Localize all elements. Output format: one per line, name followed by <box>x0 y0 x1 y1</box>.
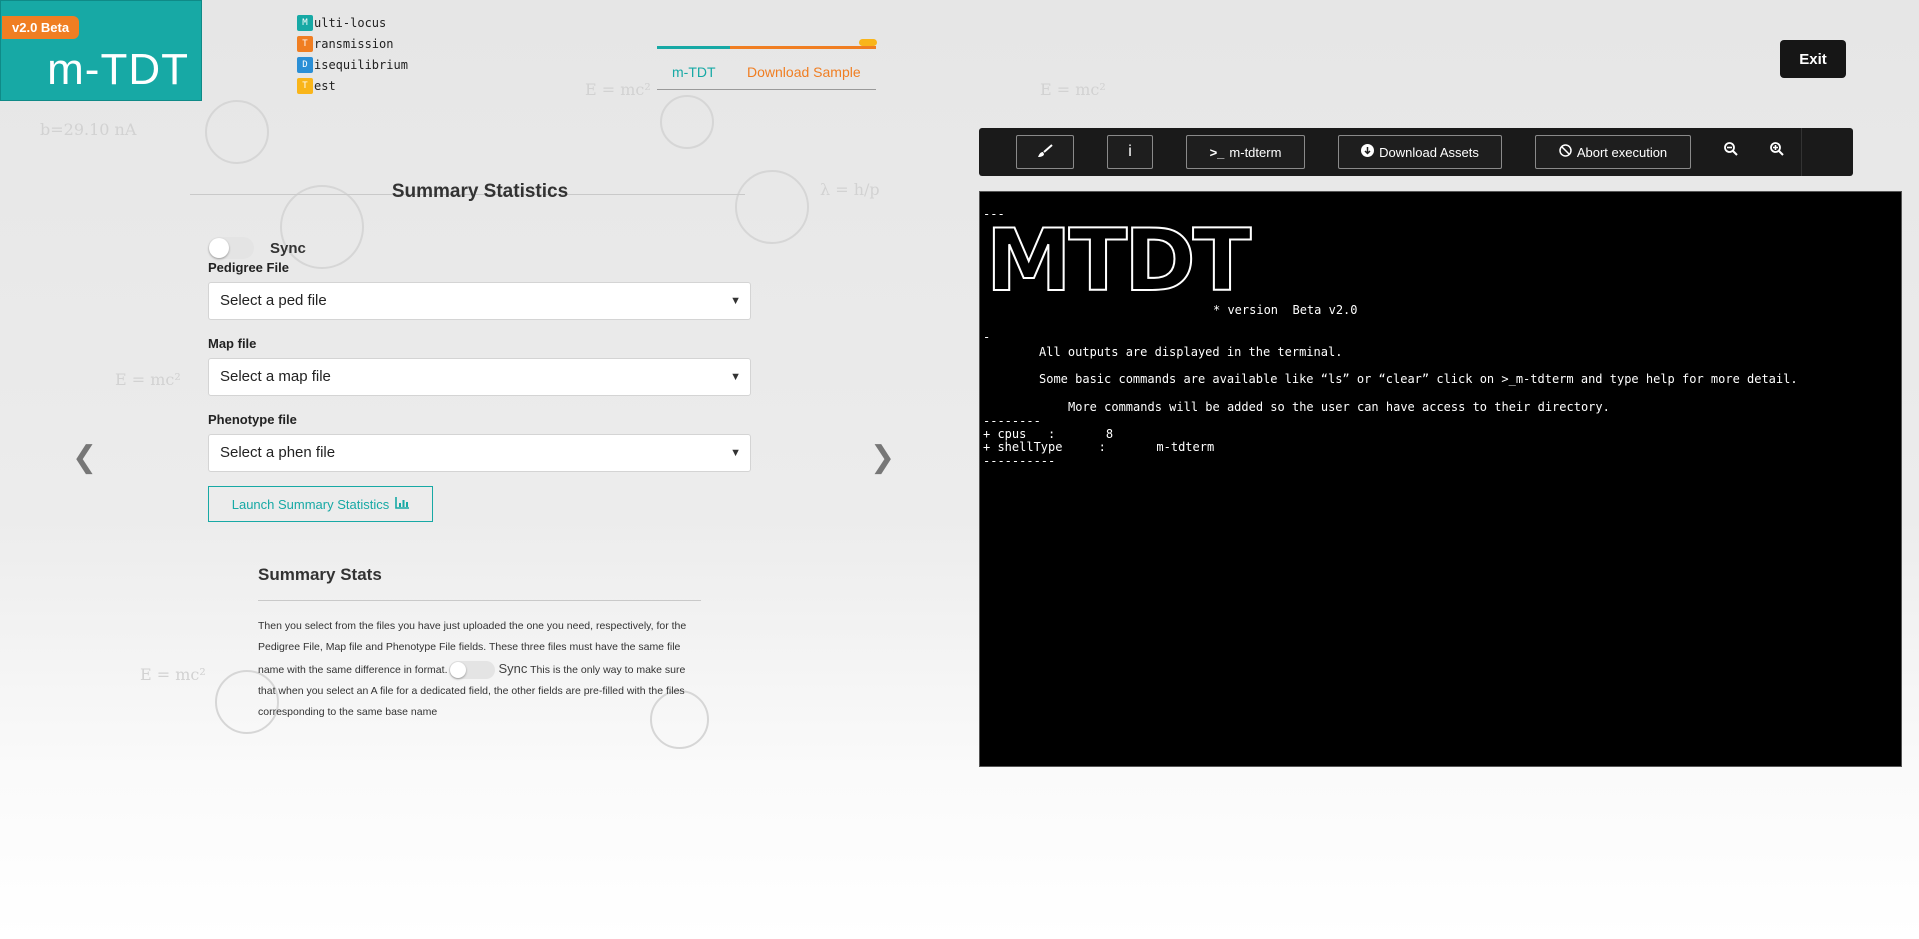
terminal-cpus: + cpus : 8 <box>983 427 1114 441</box>
acronym-letter: M <box>297 14 313 31</box>
acronym-letter: T <box>297 35 313 52</box>
exit-button[interactable]: Exit <box>1780 40 1846 78</box>
download-circle-icon <box>1361 144 1375 160</box>
app-logo[interactable]: v2.0 Beta m-TDT <box>0 0 202 101</box>
launch-button-label: Launch Summary Statistics <box>231 496 390 512</box>
acronym-row: D isequilibrium <box>297 54 408 75</box>
page-title: Summary Statistics <box>391 181 569 202</box>
acronym-word: est <box>314 78 336 93</box>
terminal-output[interactable]: --- MTDT * version Beta v2.0 - All outpu… <box>979 191 1902 767</box>
background-atom <box>735 170 809 244</box>
version-badge: v2.0 Beta <box>2 16 80 39</box>
toggle-knob <box>450 662 467 679</box>
terminal-line-commands: Some basic commands are available like “… <box>1039 372 1798 386</box>
terminal-button-label: m-tdterm <box>1229 144 1282 160</box>
logo-title: m-TDT <box>47 45 189 94</box>
pedigree-file-value: Select a ped file <box>220 292 327 309</box>
terminal-line-outputs: All outputs are displayed in the termina… <box>1039 345 1343 359</box>
clear-terminal-button[interactable] <box>1016 135 1074 169</box>
terminal-line-more: More commands will be added so the user … <box>1068 400 1610 414</box>
chevron-down-icon: ▼ <box>730 295 741 307</box>
bar-chart-icon <box>395 496 410 512</box>
map-file-select[interactable]: Select a map file ▼ <box>208 358 751 396</box>
download-assets-button[interactable]: Download Assets <box>1338 135 1502 169</box>
acronym-row: T ransmission <box>297 33 408 54</box>
info-icon: i <box>1128 143 1132 160</box>
nav-indicator-pill <box>859 39 877 46</box>
terminal-dashes: -------- <box>983 414 1041 428</box>
info-button[interactable]: i <box>1107 135 1153 169</box>
abort-execution-button[interactable]: Abort execution <box>1535 135 1691 169</box>
background-formula: E = mc² <box>140 665 206 684</box>
sync-toggle[interactable] <box>208 237 254 259</box>
download-assets-label: Download Assets <box>1379 144 1479 160</box>
toggle-knob <box>209 238 229 258</box>
zoom-out-icon[interactable] <box>1724 142 1738 159</box>
ascii-logo: MTDT <box>985 211 1252 311</box>
terminal-prompt-icon: >_ <box>1209 144 1225 160</box>
pedigree-file-label: Pedigree File <box>208 260 289 275</box>
background-formula: λ = h/p <box>820 180 880 199</box>
summary-divider <box>258 600 701 601</box>
acronym-row: M ulti-locus <box>297 12 408 33</box>
terminal-version: * version Beta v2.0 <box>1213 303 1358 317</box>
active-tab-indicator <box>657 46 730 49</box>
inline-sync-label: Sync <box>498 661 528 676</box>
background-atom <box>660 95 714 149</box>
background-formula: E = mc² <box>585 80 651 99</box>
abort-execution-label: Abort execution <box>1576 144 1668 160</box>
tab-mtdt[interactable]: m-TDT <box>672 64 716 80</box>
background-formula: E = mc² <box>1040 80 1106 99</box>
toolbar-separator <box>1801 128 1802 176</box>
acronym-word: ransmission <box>314 36 394 51</box>
background-formula: b=29.10 nA <box>40 120 137 139</box>
main-nav: m-TDT Download Sample <box>657 39 877 90</box>
phenotype-file-value: Select a phen file <box>220 444 336 461</box>
launch-summary-statistics-button[interactable]: Launch Summary Statistics <box>208 486 433 522</box>
acronym-row: T est <box>297 75 408 96</box>
background-atom <box>205 100 269 164</box>
phenotype-file-select[interactable]: Select a phen file ▼ <box>208 434 751 472</box>
chevron-down-icon: ▼ <box>730 371 741 383</box>
pedigree-file-select[interactable]: Select a ped file ▼ <box>208 282 751 320</box>
map-file-label: Map file <box>208 336 257 351</box>
chevron-right-icon[interactable]: ❯ <box>870 440 895 475</box>
open-terminal-button[interactable]: >_ m-tdterm <box>1186 135 1305 169</box>
chevron-down-icon: ▼ <box>730 447 741 459</box>
acronym-letter: T <box>297 77 313 94</box>
background-formula: E = mc² <box>115 370 181 389</box>
acronym-legend: M ulti-locus T ransmission D isequilibri… <box>297 12 408 96</box>
sync-label: Sync <box>270 240 306 257</box>
terminal-shelltype: + shellType : m-tdterm <box>983 440 1215 454</box>
terminal-dash: - <box>983 330 991 344</box>
acronym-letter: D <box>297 56 313 73</box>
zoom-in-icon[interactable] <box>1770 142 1784 159</box>
inline-sync-toggle[interactable] <box>449 661 496 680</box>
ban-icon <box>1559 144 1572 160</box>
acronym-word: isequilibrium <box>314 57 408 72</box>
chevron-left-icon[interactable]: ❮ <box>72 440 97 475</box>
terminal-dashes: ---------- <box>983 454 1056 468</box>
acronym-word: ulti-locus <box>314 15 387 30</box>
tab-download-sample[interactable]: Download Sample <box>747 64 861 80</box>
map-file-value: Select a map file <box>220 368 331 385</box>
summary-description: Then you select from the files you have … <box>258 616 698 723</box>
brush-icon <box>1037 143 1053 161</box>
phenotype-file-label: Phenotype file <box>208 412 297 427</box>
terminal-toolbar: i >_ m-tdterm Download Assets Abort exec… <box>979 128 1853 176</box>
summary-stats-title: Summary Stats <box>258 565 382 584</box>
